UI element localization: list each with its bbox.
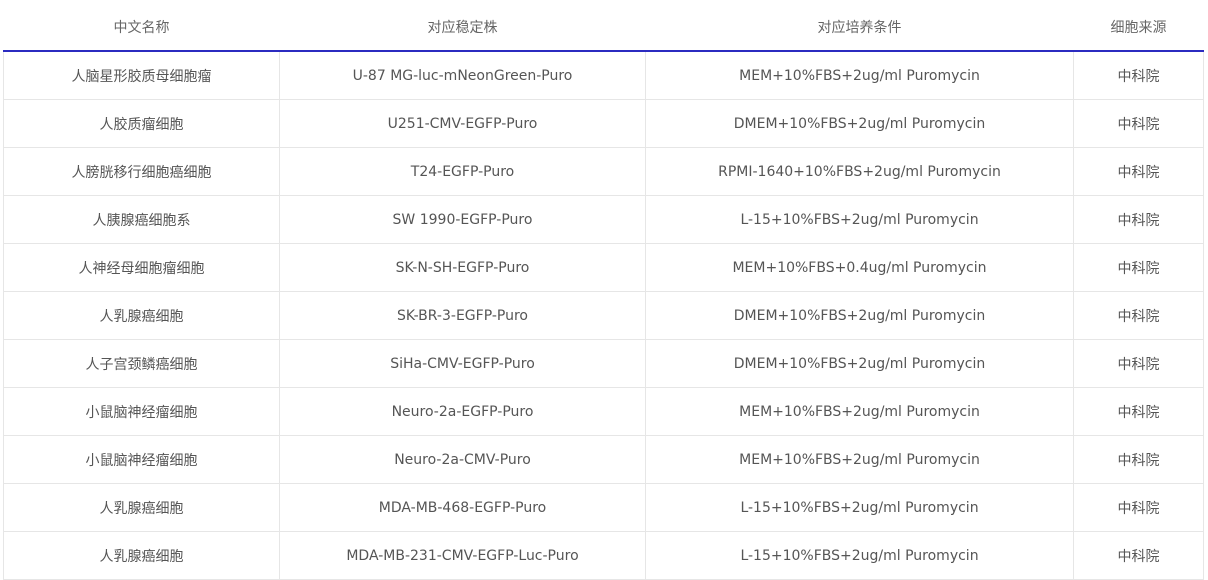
cell-stable-strain: T24-EGFP-Puro <box>279 147 646 196</box>
cell-culture-conditions: L-15+10%FBS+2ug/ml Puromycin <box>645 531 1074 580</box>
cell-culture-conditions: DMEM+10%FBS+2ug/ml Puromycin <box>645 339 1074 388</box>
cell-stable-strain: SK-BR-3-EGFP-Puro <box>279 291 646 340</box>
cell-culture-conditions: RPMI-1640+10%FBS+2ug/ml Puromycin <box>645 147 1074 196</box>
cell-line-table-container: 中文名称 对应稳定株 对应培养条件 细胞来源 人脑星形胶质母细胞瘤 U-87 MG… <box>3 3 1204 580</box>
cell-stable-strain: MDA-MB-231-CMV-EGFP-Luc-Puro <box>279 531 646 580</box>
cell-source: 中科院 <box>1073 483 1204 532</box>
cell-line-table: 中文名称 对应稳定株 对应培养条件 细胞来源 人脑星形胶质母细胞瘤 U-87 MG… <box>3 3 1204 580</box>
table-row: 小鼠脑神经瘤细胞 Neuro-2a-EGFP-Puro MEM+10%FBS+2ug… <box>3 387 1204 436</box>
cell-chinese-name: 人乳腺癌细胞 <box>3 291 280 340</box>
cell-stable-strain: MDA-MB-468-EGFP-Puro <box>279 483 646 532</box>
table-row: 人胰腺癌细胞系 SW 1990-EGFP-Puro L-15+10%FBS+2ug/… <box>3 195 1204 244</box>
cell-culture-conditions: MEM+10%FBS+2ug/ml Puromycin <box>645 387 1074 436</box>
cell-chinese-name: 小鼠脑神经瘤细胞 <box>3 387 280 436</box>
cell-culture-conditions: DMEM+10%FBS+2ug/ml Puromycin <box>645 99 1074 148</box>
cell-culture-conditions: MEM+10%FBS+2ug/ml Puromycin <box>645 435 1074 484</box>
table-row: 人脑星形胶质母细胞瘤 U-87 MG-luc-mNeonGreen-Puro MEM… <box>3 51 1204 100</box>
table-header: 中文名称 对应稳定株 对应培养条件 细胞来源 <box>3 3 1204 52</box>
cell-chinese-name: 人胶质瘤细胞 <box>3 99 280 148</box>
cell-stable-strain: SK-N-SH-EGFP-Puro <box>279 243 646 292</box>
cell-stable-strain: SW 1990-EGFP-Puro <box>279 195 646 244</box>
header-culture-conditions: 对应培养条件 <box>645 3 1074 52</box>
header-row: 中文名称 对应稳定株 对应培养条件 细胞来源 <box>3 3 1204 52</box>
cell-source: 中科院 <box>1073 387 1204 436</box>
cell-stable-strain: Neuro-2a-CMV-Puro <box>279 435 646 484</box>
table-row: 人乳腺癌细胞 MDA-MB-231-CMV-EGFP-Luc-Puro L-15+1… <box>3 531 1204 580</box>
header-stable-strain: 对应稳定株 <box>279 3 646 52</box>
cell-culture-conditions: MEM+10%FBS+0.4ug/ml Puromycin <box>645 243 1074 292</box>
header-chinese-name: 中文名称 <box>3 3 280 52</box>
table-row: 人神经母细胞瘤细胞 SK-N-SH-EGFP-Puro MEM+10%FBS+0.4… <box>3 243 1204 292</box>
cell-source: 中科院 <box>1073 51 1204 100</box>
cell-source: 中科院 <box>1073 291 1204 340</box>
cell-source: 中科院 <box>1073 243 1204 292</box>
cell-chinese-name: 人乳腺癌细胞 <box>3 483 280 532</box>
header-cell-source: 细胞来源 <box>1073 3 1204 52</box>
table-row: 人乳腺癌细胞 MDA-MB-468-EGFP-Puro L-15+10%FBS+2u… <box>3 483 1204 532</box>
cell-chinese-name: 人子宫颈鳞癌细胞 <box>3 339 280 388</box>
cell-stable-strain: U-87 MG-luc-mNeonGreen-Puro <box>279 51 646 100</box>
cell-source: 中科院 <box>1073 99 1204 148</box>
cell-source: 中科院 <box>1073 147 1204 196</box>
cell-stable-strain: Neuro-2a-EGFP-Puro <box>279 387 646 436</box>
table-row: 人子宫颈鳞癌细胞 SiHa-CMV-EGFP-Puro DMEM+10%FBS+2u… <box>3 339 1204 388</box>
cell-culture-conditions: L-15+10%FBS+2ug/ml Puromycin <box>645 483 1074 532</box>
cell-culture-conditions: L-15+10%FBS+2ug/ml Puromycin <box>645 195 1074 244</box>
cell-chinese-name: 人脑星形胶质母细胞瘤 <box>3 51 280 100</box>
table-row: 人乳腺癌细胞 SK-BR-3-EGFP-Puro DMEM+10%FBS+2ug/m… <box>3 291 1204 340</box>
cell-stable-strain: SiHa-CMV-EGFP-Puro <box>279 339 646 388</box>
table-row: 人胶质瘤细胞 U251-CMV-EGFP-Puro DMEM+10%FBS+2ug/… <box>3 99 1204 148</box>
cell-stable-strain: U251-CMV-EGFP-Puro <box>279 99 646 148</box>
cell-source: 中科院 <box>1073 531 1204 580</box>
cell-culture-conditions: MEM+10%FBS+2ug/ml Puromycin <box>645 51 1074 100</box>
cell-culture-conditions: DMEM+10%FBS+2ug/ml Puromycin <box>645 291 1074 340</box>
cell-chinese-name: 人神经母细胞瘤细胞 <box>3 243 280 292</box>
table-body: 人脑星形胶质母细胞瘤 U-87 MG-luc-mNeonGreen-Puro MEM… <box>3 51 1204 580</box>
cell-chinese-name: 人乳腺癌细胞 <box>3 531 280 580</box>
cell-source: 中科院 <box>1073 339 1204 388</box>
cell-chinese-name: 小鼠脑神经瘤细胞 <box>3 435 280 484</box>
table-row: 小鼠脑神经瘤细胞 Neuro-2a-CMV-Puro MEM+10%FBS+2ug/… <box>3 435 1204 484</box>
cell-source: 中科院 <box>1073 435 1204 484</box>
table-row: 人膀胱移行细胞癌细胞 T24-EGFP-Puro RPMI-1640+10%FBS+… <box>3 147 1204 196</box>
cell-source: 中科院 <box>1073 195 1204 244</box>
cell-chinese-name: 人胰腺癌细胞系 <box>3 195 280 244</box>
cell-chinese-name: 人膀胱移行细胞癌细胞 <box>3 147 280 196</box>
